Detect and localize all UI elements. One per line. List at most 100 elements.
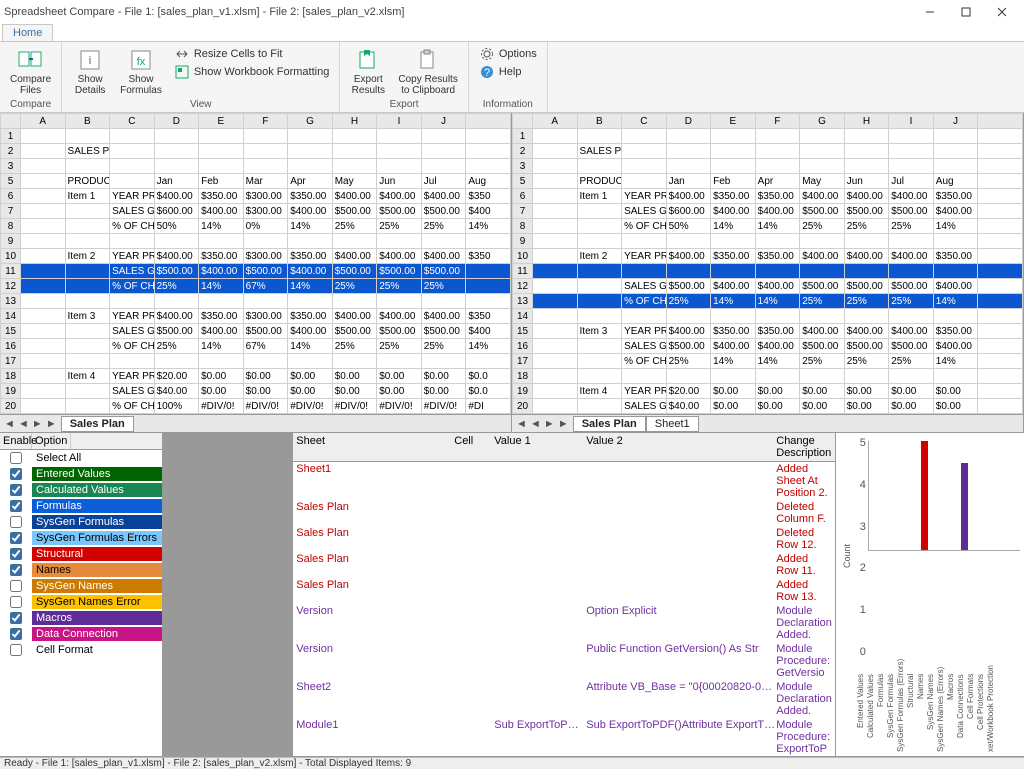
copy-clipboard-button[interactable]: Copy Results to Clipboard xyxy=(394,44,461,98)
show-formulas-icon: fx xyxy=(127,46,155,74)
option-row[interactable]: Structural xyxy=(0,546,162,562)
option-row[interactable]: SysGen Names Error xyxy=(0,594,162,610)
chart-x-tick: Formulas xyxy=(876,674,883,752)
chart-x-tick: Entered Values xyxy=(856,674,863,752)
option-row[interactable]: SysGen Formulas Errors xyxy=(0,530,162,546)
changes-pane: Sheet Cell Value 1 Value 2 Change Descri… xyxy=(293,433,836,756)
minimize-button[interactable] xyxy=(912,0,948,24)
change-row[interactable]: Sales PlanDeleted Column F. xyxy=(293,500,835,526)
chart-x-tick: Calculated Values xyxy=(866,674,873,752)
chart-plot xyxy=(868,441,1020,551)
option-row[interactable]: Formulas xyxy=(0,498,162,514)
options-button[interactable]: Options xyxy=(479,46,537,62)
bottom-panes: EnableOption Select AllEntered ValuesCal… xyxy=(0,433,1024,757)
change-row[interactable]: VersionPublic Function GetVersion() As S… xyxy=(293,642,835,680)
show-wb-formatting-button[interactable]: Show Workbook Formatting xyxy=(174,64,330,80)
chart-x-tick: Structural xyxy=(906,674,913,752)
option-checkbox[interactable] xyxy=(10,468,22,480)
ribbon-tabstrip: Home xyxy=(0,24,1024,42)
ribbon: Compare Files Compare i Show Details fx … xyxy=(0,42,1024,113)
show-details-button[interactable]: i Show Details xyxy=(68,44,112,98)
title-bar: Spreadsheet Compare - File 1: [sales_pla… xyxy=(0,0,1024,24)
changes-sheet-header: Sheet xyxy=(293,433,451,461)
show-details-icon: i xyxy=(76,46,104,74)
change-row[interactable]: Sales PlanDeleted Row 12. xyxy=(293,526,835,552)
clipboard-icon xyxy=(414,46,442,74)
option-checkbox[interactable] xyxy=(10,452,22,464)
change-row[interactable]: Sales PlanAdded Row 11. xyxy=(293,552,835,578)
option-checkbox[interactable] xyxy=(10,612,22,624)
maximize-button[interactable] xyxy=(948,0,984,24)
option-row[interactable]: Calculated Values xyxy=(0,482,162,498)
sheet-tab-sales-plan[interactable]: Sales Plan xyxy=(61,416,134,432)
option-row[interactable]: Names xyxy=(0,562,162,578)
change-row[interactable]: VersionOption ExplicitModule Declaration… xyxy=(293,604,835,642)
option-row[interactable]: Data Connection xyxy=(0,626,162,642)
changes-cell-header: Cell xyxy=(451,433,491,461)
option-checkbox[interactable] xyxy=(10,644,22,656)
tab-home[interactable]: Home xyxy=(2,24,53,41)
chart-x-tick: Cell Protections xyxy=(976,674,983,752)
show-formulas-button[interactable]: fx Show Formulas xyxy=(116,44,166,98)
left-grid[interactable]: ABCDEFGHIJ12SALES PLA35PRODUCTJanFebMarA… xyxy=(0,113,511,414)
right-grid[interactable]: ABCDEFGHIJ12SALES PLA35PRODUCTJanFebAprM… xyxy=(512,113,1023,414)
option-checkbox[interactable] xyxy=(10,484,22,496)
sheet-nav-icons[interactable]: ◄ ◄ ► ► xyxy=(0,418,61,430)
export-results-button[interactable]: Export Results xyxy=(346,44,390,98)
resize-icon xyxy=(174,46,190,62)
change-row[interactable]: Sales PlanAdded Row 13. xyxy=(293,578,835,604)
chart-x-tick: SysGen Names (Errors) xyxy=(936,674,943,752)
option-row[interactable]: Macros xyxy=(0,610,162,626)
resize-cells-button[interactable]: Resize Cells to Fit xyxy=(174,46,330,62)
chart-x-tick: xet/Workbook Protection xyxy=(986,674,993,752)
chart-x-tick: SysGen Names xyxy=(926,674,933,752)
changes-v1-header: Value 1 xyxy=(491,433,583,461)
option-checkbox[interactable] xyxy=(10,548,22,560)
option-row[interactable]: SysGen Names xyxy=(0,578,162,594)
option-row[interactable]: Select All xyxy=(0,450,162,466)
option-checkbox[interactable] xyxy=(10,516,22,528)
option-row[interactable]: Entered Values xyxy=(0,466,162,482)
change-row[interactable]: Sheet2Attribute VB_Base = "0{00020820-0…… xyxy=(293,680,835,718)
option-checkbox[interactable] xyxy=(10,564,22,576)
changes-v2-header: Value 2 xyxy=(583,433,773,461)
option-checkbox[interactable] xyxy=(10,628,22,640)
chart-y-label: Count xyxy=(840,437,854,674)
chart-x-tick: Cell Formats xyxy=(966,674,973,752)
compare-files-button[interactable]: Compare Files xyxy=(6,44,55,98)
change-row[interactable]: Sheet1Added Sheet At Position 2. xyxy=(293,462,835,500)
right-grid-wrap: ABCDEFGHIJ12SALES PLA35PRODUCTJanFebAprM… xyxy=(512,113,1024,432)
help-button[interactable]: ?Help xyxy=(479,64,537,80)
close-button[interactable] xyxy=(984,0,1020,24)
options-splitter[interactable] xyxy=(163,433,293,756)
changes-desc-header: Change Description xyxy=(773,433,835,461)
change-row[interactable]: Module1Sub ExportToP…Sub ExportToPDF()At… xyxy=(293,718,835,756)
chart-pane: Count 012345 Entered ValuesCalculated Va… xyxy=(836,433,1024,756)
help-icon: ? xyxy=(479,64,495,80)
compare-files-icon xyxy=(17,46,45,74)
option-row[interactable]: Cell Format xyxy=(0,642,162,658)
left-sheet-tabs: ◄ ◄ ► ► Sales Plan xyxy=(0,414,511,432)
svg-text:fx: fx xyxy=(137,56,146,68)
app-title: Spreadsheet Compare - File 1: [sales_pla… xyxy=(4,6,404,18)
sheet-tab-sales-plan[interactable]: Sales Plan xyxy=(573,416,646,432)
option-checkbox[interactable] xyxy=(10,580,22,592)
option-checkbox[interactable] xyxy=(10,532,22,544)
sheet-tab-sheet1[interactable]: Sheet1 xyxy=(646,416,699,432)
chart-x-tick: SysGen Formulas (Errors) xyxy=(896,674,903,752)
svg-text:i: i xyxy=(89,55,91,67)
options-enable-header: Enable xyxy=(0,433,32,449)
formatting-icon xyxy=(174,64,190,80)
grids-area: ABCDEFGHIJ12SALES PLA35PRODUCTJanFebMarA… xyxy=(0,113,1024,433)
option-checkbox[interactable] xyxy=(10,500,22,512)
svg-text:?: ? xyxy=(484,67,490,79)
chart-bar xyxy=(921,441,928,550)
left-grid-wrap: ABCDEFGHIJ12SALES PLA35PRODUCTJanFebMarA… xyxy=(0,113,512,432)
option-row[interactable]: SysGen Formulas xyxy=(0,514,162,530)
chart-x-tick: Names xyxy=(916,674,923,752)
options-pane: EnableOption Select AllEntered ValuesCal… xyxy=(0,433,163,756)
export-icon xyxy=(354,46,382,74)
option-checkbox[interactable] xyxy=(10,596,22,608)
sheet-nav-icons[interactable]: ◄ ◄ ► ► xyxy=(512,418,573,430)
chart-bar xyxy=(961,463,968,550)
